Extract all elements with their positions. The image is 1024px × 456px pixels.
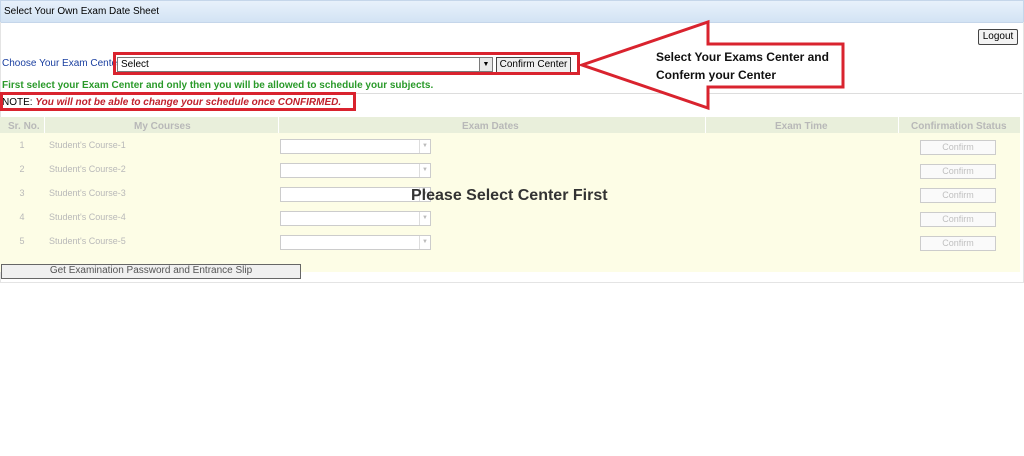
annotation-callout: Select Your Exams Center and Conferm you…	[656, 48, 829, 84]
callout-line-2: Conferm your Center	[656, 68, 777, 82]
callout-line-1: Select Your Exams Center and	[656, 50, 829, 64]
annotation-arrow-icon	[577, 19, 845, 111]
